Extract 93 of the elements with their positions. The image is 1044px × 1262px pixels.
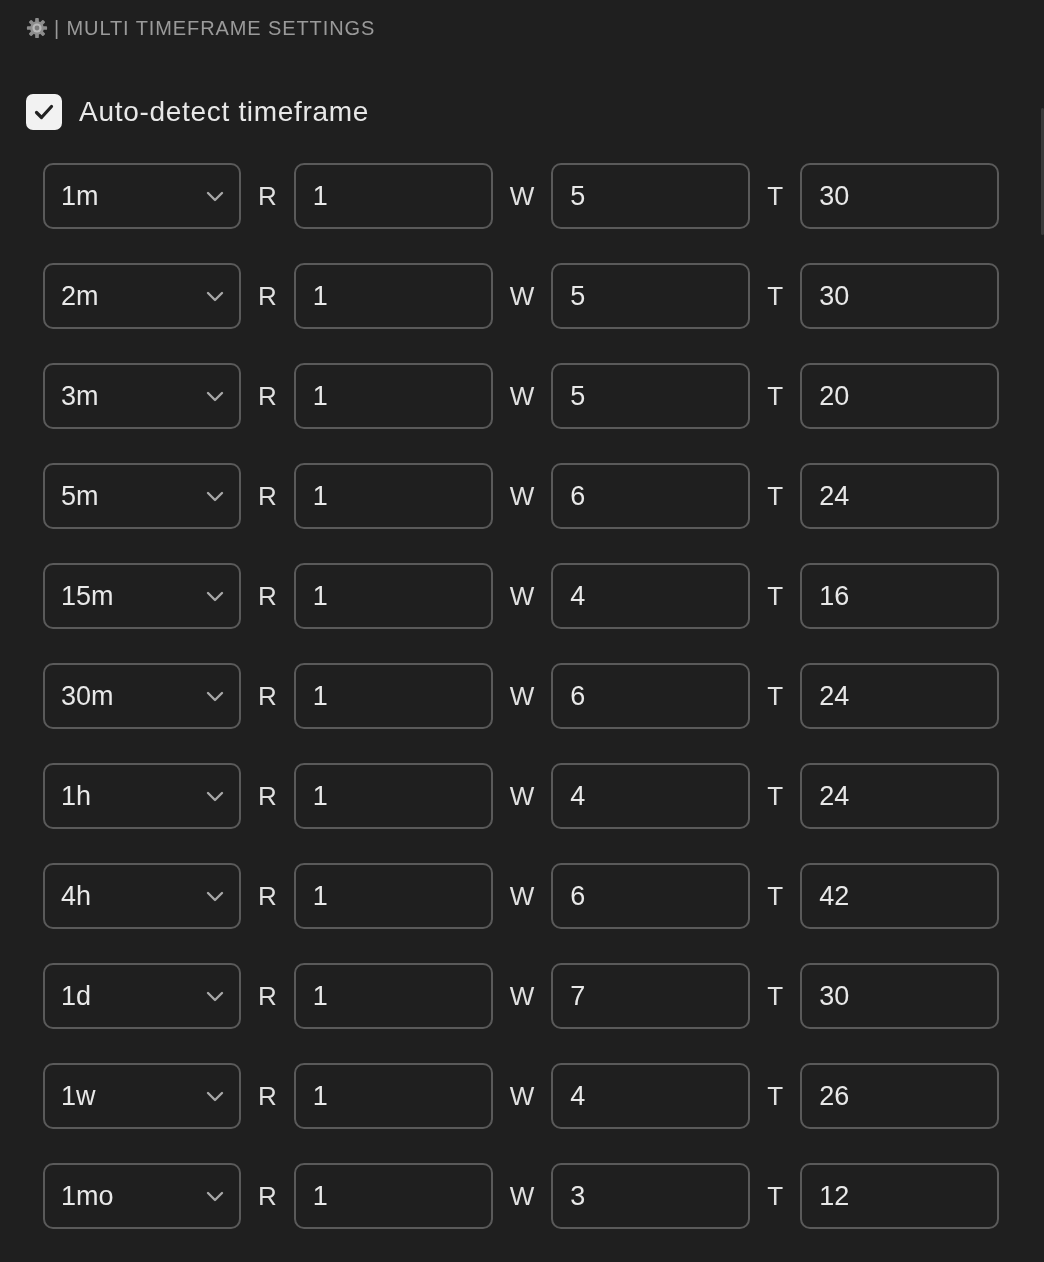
number-field[interactable]: 30	[800, 263, 1000, 329]
number-field[interactable]: 7	[551, 963, 751, 1029]
timeframe-dropdown[interactable]: 3m	[43, 363, 241, 429]
number-field[interactable]: 20	[800, 363, 1000, 429]
field-label: R	[258, 880, 277, 912]
chevron-down-icon	[206, 390, 224, 402]
field-label: T	[767, 1180, 784, 1212]
number-field[interactable]: 26	[800, 1063, 1000, 1129]
field-label: T	[767, 680, 784, 712]
chevron-down-icon	[206, 290, 224, 302]
field-label: R	[258, 480, 277, 512]
timeframe-dropdown[interactable]: 1w	[43, 1063, 241, 1129]
field-label: W	[509, 980, 535, 1012]
field-label: R	[258, 180, 277, 212]
checkbox[interactable]	[26, 94, 62, 130]
checkbox-label[interactable]: Auto-detect timeframe	[79, 96, 370, 128]
chevron-down-icon	[206, 890, 224, 902]
timeframe-dropdown[interactable]: 5m	[43, 463, 241, 529]
checkmark-icon	[34, 104, 54, 120]
field-label: T	[767, 280, 784, 312]
number-field[interactable]: 6	[551, 863, 751, 929]
field-label: R	[258, 380, 277, 412]
field-label: W	[509, 780, 535, 812]
number-field[interactable]: 42	[800, 863, 1000, 929]
chevron-down-icon	[206, 1090, 224, 1102]
number-field[interactable]: 1	[293, 263, 493, 329]
number-field[interactable]: 12	[800, 1163, 1000, 1229]
chevron-down-icon	[206, 1190, 224, 1202]
field-label: R	[258, 280, 277, 312]
number-field[interactable]: 1	[293, 463, 493, 529]
field-label: R	[258, 1180, 277, 1212]
field-label: T	[767, 380, 784, 412]
chevron-down-icon	[206, 990, 224, 1002]
number-field[interactable]: 4	[551, 563, 751, 629]
chevron-down-icon	[206, 690, 224, 702]
field-label: R	[258, 980, 277, 1012]
number-field[interactable]: 24	[800, 763, 1000, 829]
field-label: W	[509, 680, 535, 712]
field-label: W	[509, 480, 535, 512]
timeframe-dropdown[interactable]: 1d	[43, 963, 241, 1029]
field-label: W	[509, 280, 535, 312]
number-field[interactable]: 1	[293, 1063, 493, 1129]
number-field[interactable]: 4	[551, 1063, 751, 1129]
field-label: T	[767, 480, 784, 512]
field-label: T	[767, 1080, 784, 1112]
number-field[interactable]: 5	[551, 363, 751, 429]
timeframe-dropdown[interactable]: 4h	[43, 863, 241, 929]
number-field[interactable]: 1	[293, 163, 493, 229]
chevron-down-icon	[206, 490, 224, 502]
section-title: | MULTI TIMEFRAME SETTINGS	[54, 16, 376, 40]
timeframe-dropdown[interactable]: 2m	[43, 263, 241, 329]
number-field[interactable]: 5	[551, 263, 751, 329]
number-field[interactable]: 1	[293, 763, 493, 829]
timeframe-dropdown[interactable]: 1h	[43, 763, 241, 829]
chevron-down-icon	[206, 790, 224, 802]
field-label: W	[509, 880, 535, 912]
timeframe-dropdown[interactable]: 15m	[43, 563, 241, 629]
number-field[interactable]: 6	[551, 463, 751, 529]
field-label: W	[509, 380, 535, 412]
timeframe-dropdown[interactable]: 1mo	[43, 1163, 241, 1229]
field-label: T	[767, 580, 784, 612]
field-label: T	[767, 980, 784, 1012]
field-label: R	[258, 780, 277, 812]
number-field[interactable]: 3	[551, 1163, 751, 1229]
number-field[interactable]: 24	[800, 463, 1000, 529]
timeframe-dropdown[interactable]: 1m	[43, 163, 241, 229]
timeframe-dropdown[interactable]: 30m	[43, 663, 241, 729]
field-label: W	[509, 180, 535, 212]
number-field[interactable]: 24	[800, 663, 1000, 729]
field-label: R	[258, 1080, 277, 1112]
number-field[interactable]: 5	[551, 163, 751, 229]
number-field[interactable]: 30	[800, 163, 1000, 229]
number-field[interactable]: 1	[293, 363, 493, 429]
number-field[interactable]: 1	[293, 1163, 493, 1229]
number-field[interactable]: 6	[551, 663, 751, 729]
number-field[interactable]: 1	[293, 863, 493, 929]
field-label: W	[509, 580, 535, 612]
field-label: R	[258, 680, 277, 712]
number-field[interactable]: 16	[800, 563, 1000, 629]
number-field[interactable]: 1	[293, 563, 493, 629]
number-field[interactable]: 1	[293, 963, 493, 1029]
gear-icon	[26, 17, 48, 39]
number-field[interactable]: 1	[293, 663, 493, 729]
field-label: T	[767, 780, 784, 812]
number-field[interactable]: 4	[551, 763, 751, 829]
field-label: T	[767, 180, 784, 212]
number-field[interactable]: 30	[800, 963, 1000, 1029]
field-label: W	[509, 1180, 535, 1212]
field-label: R	[258, 580, 277, 612]
field-label: W	[509, 1080, 535, 1112]
chevron-down-icon	[206, 590, 224, 602]
field-label: T	[767, 880, 784, 912]
chevron-down-icon	[206, 190, 224, 202]
